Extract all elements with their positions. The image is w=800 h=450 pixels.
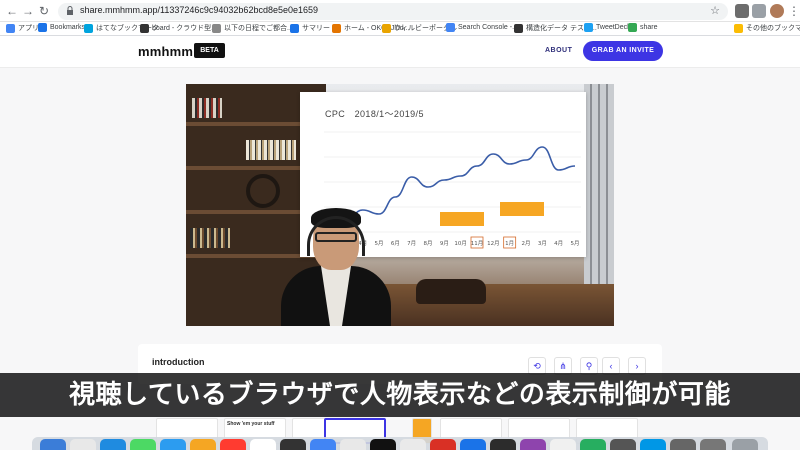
safari-icon[interactable] (100, 439, 126, 450)
presentation-title: introduction (152, 357, 205, 367)
books (246, 140, 296, 160)
app-icon[interactable] (490, 439, 516, 450)
menu-icon[interactable]: ⋮ (786, 3, 800, 19)
chrome-icon[interactable] (310, 439, 336, 450)
address-bar[interactable]: share.mmhmm.app/11337246c9c94032b62bcd8e… (58, 3, 728, 20)
board-icon (140, 23, 149, 33)
app-icon[interactable] (400, 439, 426, 450)
beta-badge: BETA (194, 43, 225, 58)
back-icon[interactable]: ← (4, 3, 20, 19)
mail-icon[interactable] (160, 439, 186, 450)
bookmark-item[interactable]: Search Console -... (446, 23, 518, 32)
app-icon[interactable] (430, 439, 456, 450)
app-icon[interactable] (520, 439, 546, 450)
app-icon[interactable] (610, 439, 636, 450)
tweetdeck-icon (584, 23, 593, 32)
lounge-chair (416, 279, 486, 304)
bookmark-item[interactable]: 以下の日程でご都合... (212, 23, 293, 33)
presenter (281, 204, 391, 326)
app-icon[interactable] (580, 439, 606, 450)
round-mirror (246, 174, 280, 208)
x-tick-label: 7月 (407, 240, 416, 247)
x-tick-label: 12月 (487, 240, 500, 247)
bookmark-item[interactable]: サマリー (290, 23, 330, 33)
x-tick-label: 11月 (471, 240, 484, 247)
bookmark-item[interactable]: board - クラウド型... (140, 23, 217, 33)
books (192, 98, 222, 118)
x-tick-label: 6月 (391, 240, 400, 247)
bookmarks-bar: アプリ Bookmarks はてなブックマーク board - クラウド型...… (0, 22, 800, 36)
terminal-icon[interactable] (280, 439, 306, 450)
drive-icon (628, 23, 637, 32)
lock-icon (67, 6, 73, 15)
grab-invite-button[interactable]: GRAB AN INVITE (583, 41, 663, 61)
site-header: mmhmm BETA ABOUT GRAB AN INVITE (0, 36, 800, 68)
reload-icon[interactable]: ↻ (36, 3, 52, 19)
hatena-icon (84, 23, 93, 33)
summary-icon (290, 23, 299, 33)
finder-icon[interactable] (40, 439, 66, 450)
x-tick-label: 2月 (522, 240, 531, 247)
annotation-callout (500, 202, 544, 216)
forward-icon[interactable]: → (20, 3, 36, 19)
home-icon (332, 23, 341, 33)
bookmark-item[interactable]: Bookmarks (38, 23, 85, 32)
app-icon[interactable] (700, 439, 726, 450)
launchpad-icon[interactable] (70, 439, 96, 450)
apps-icon (6, 23, 15, 33)
calendar-icon (212, 23, 221, 33)
bookmark-item[interactable]: TweetDeck (584, 23, 631, 32)
app-icon[interactable] (640, 439, 666, 450)
camera-extension-icon[interactable] (735, 4, 749, 18)
photos-icon[interactable] (190, 439, 216, 450)
star-icon (38, 23, 47, 32)
folder-icon (734, 23, 743, 33)
puzzle-extension-icon[interactable] (752, 4, 766, 18)
books (190, 228, 230, 248)
annotation-callout (440, 212, 484, 226)
subtitle-caption: 視聴しているブラウザで人物表示などの表示制御が可能 (0, 373, 800, 417)
trash-icon[interactable] (732, 439, 758, 450)
about-link[interactable]: ABOUT (545, 47, 572, 54)
calendar-icon[interactable] (220, 439, 246, 450)
browser-toolbar: ← → ↻ share.mmhmm.app/11337246c9c94032b6… (0, 0, 800, 22)
x-tick-label: 5月 (571, 240, 580, 247)
messages-icon[interactable] (130, 439, 156, 450)
macos-dock (32, 437, 768, 450)
bookmark-item[interactable]: その他のブックマーク (734, 23, 800, 33)
app-icon[interactable] (550, 439, 576, 450)
star-icon[interactable]: ☆ (710, 4, 720, 17)
portal-icon (382, 23, 391, 33)
notes-icon[interactable] (250, 439, 276, 450)
x-tick-label: 3月 (538, 240, 547, 247)
x-tick-label: 10月 (454, 240, 467, 247)
app-icon[interactable] (670, 439, 696, 450)
app-icon[interactable] (460, 439, 486, 450)
chart-title: CPC 2018/1〜2019/5 (325, 109, 424, 119)
url-text: share.mmhmm.app/11337246c9c94032b62bcd8e… (80, 5, 319, 15)
x-tick-label: 8月 (424, 240, 433, 247)
google-icon (514, 23, 523, 33)
bookmark-item[interactable]: アプリ (6, 23, 39, 33)
video-player[interactable]: 2月3月4月5月6月7月8月9月10月11月12月1月2月3月4月5月 CPC … (186, 84, 614, 326)
x-tick-label: 1月 (505, 240, 514, 247)
app-icon[interactable] (340, 439, 366, 450)
bookmark-item[interactable]: share (628, 23, 658, 32)
search-console-icon (446, 23, 455, 32)
site-logo[interactable]: mmhmm (138, 44, 193, 59)
x-tick-label: 9月 (440, 240, 449, 247)
profile-avatar[interactable] (770, 4, 784, 18)
app-icon[interactable] (370, 439, 396, 450)
x-tick-label: 4月 (554, 240, 563, 247)
